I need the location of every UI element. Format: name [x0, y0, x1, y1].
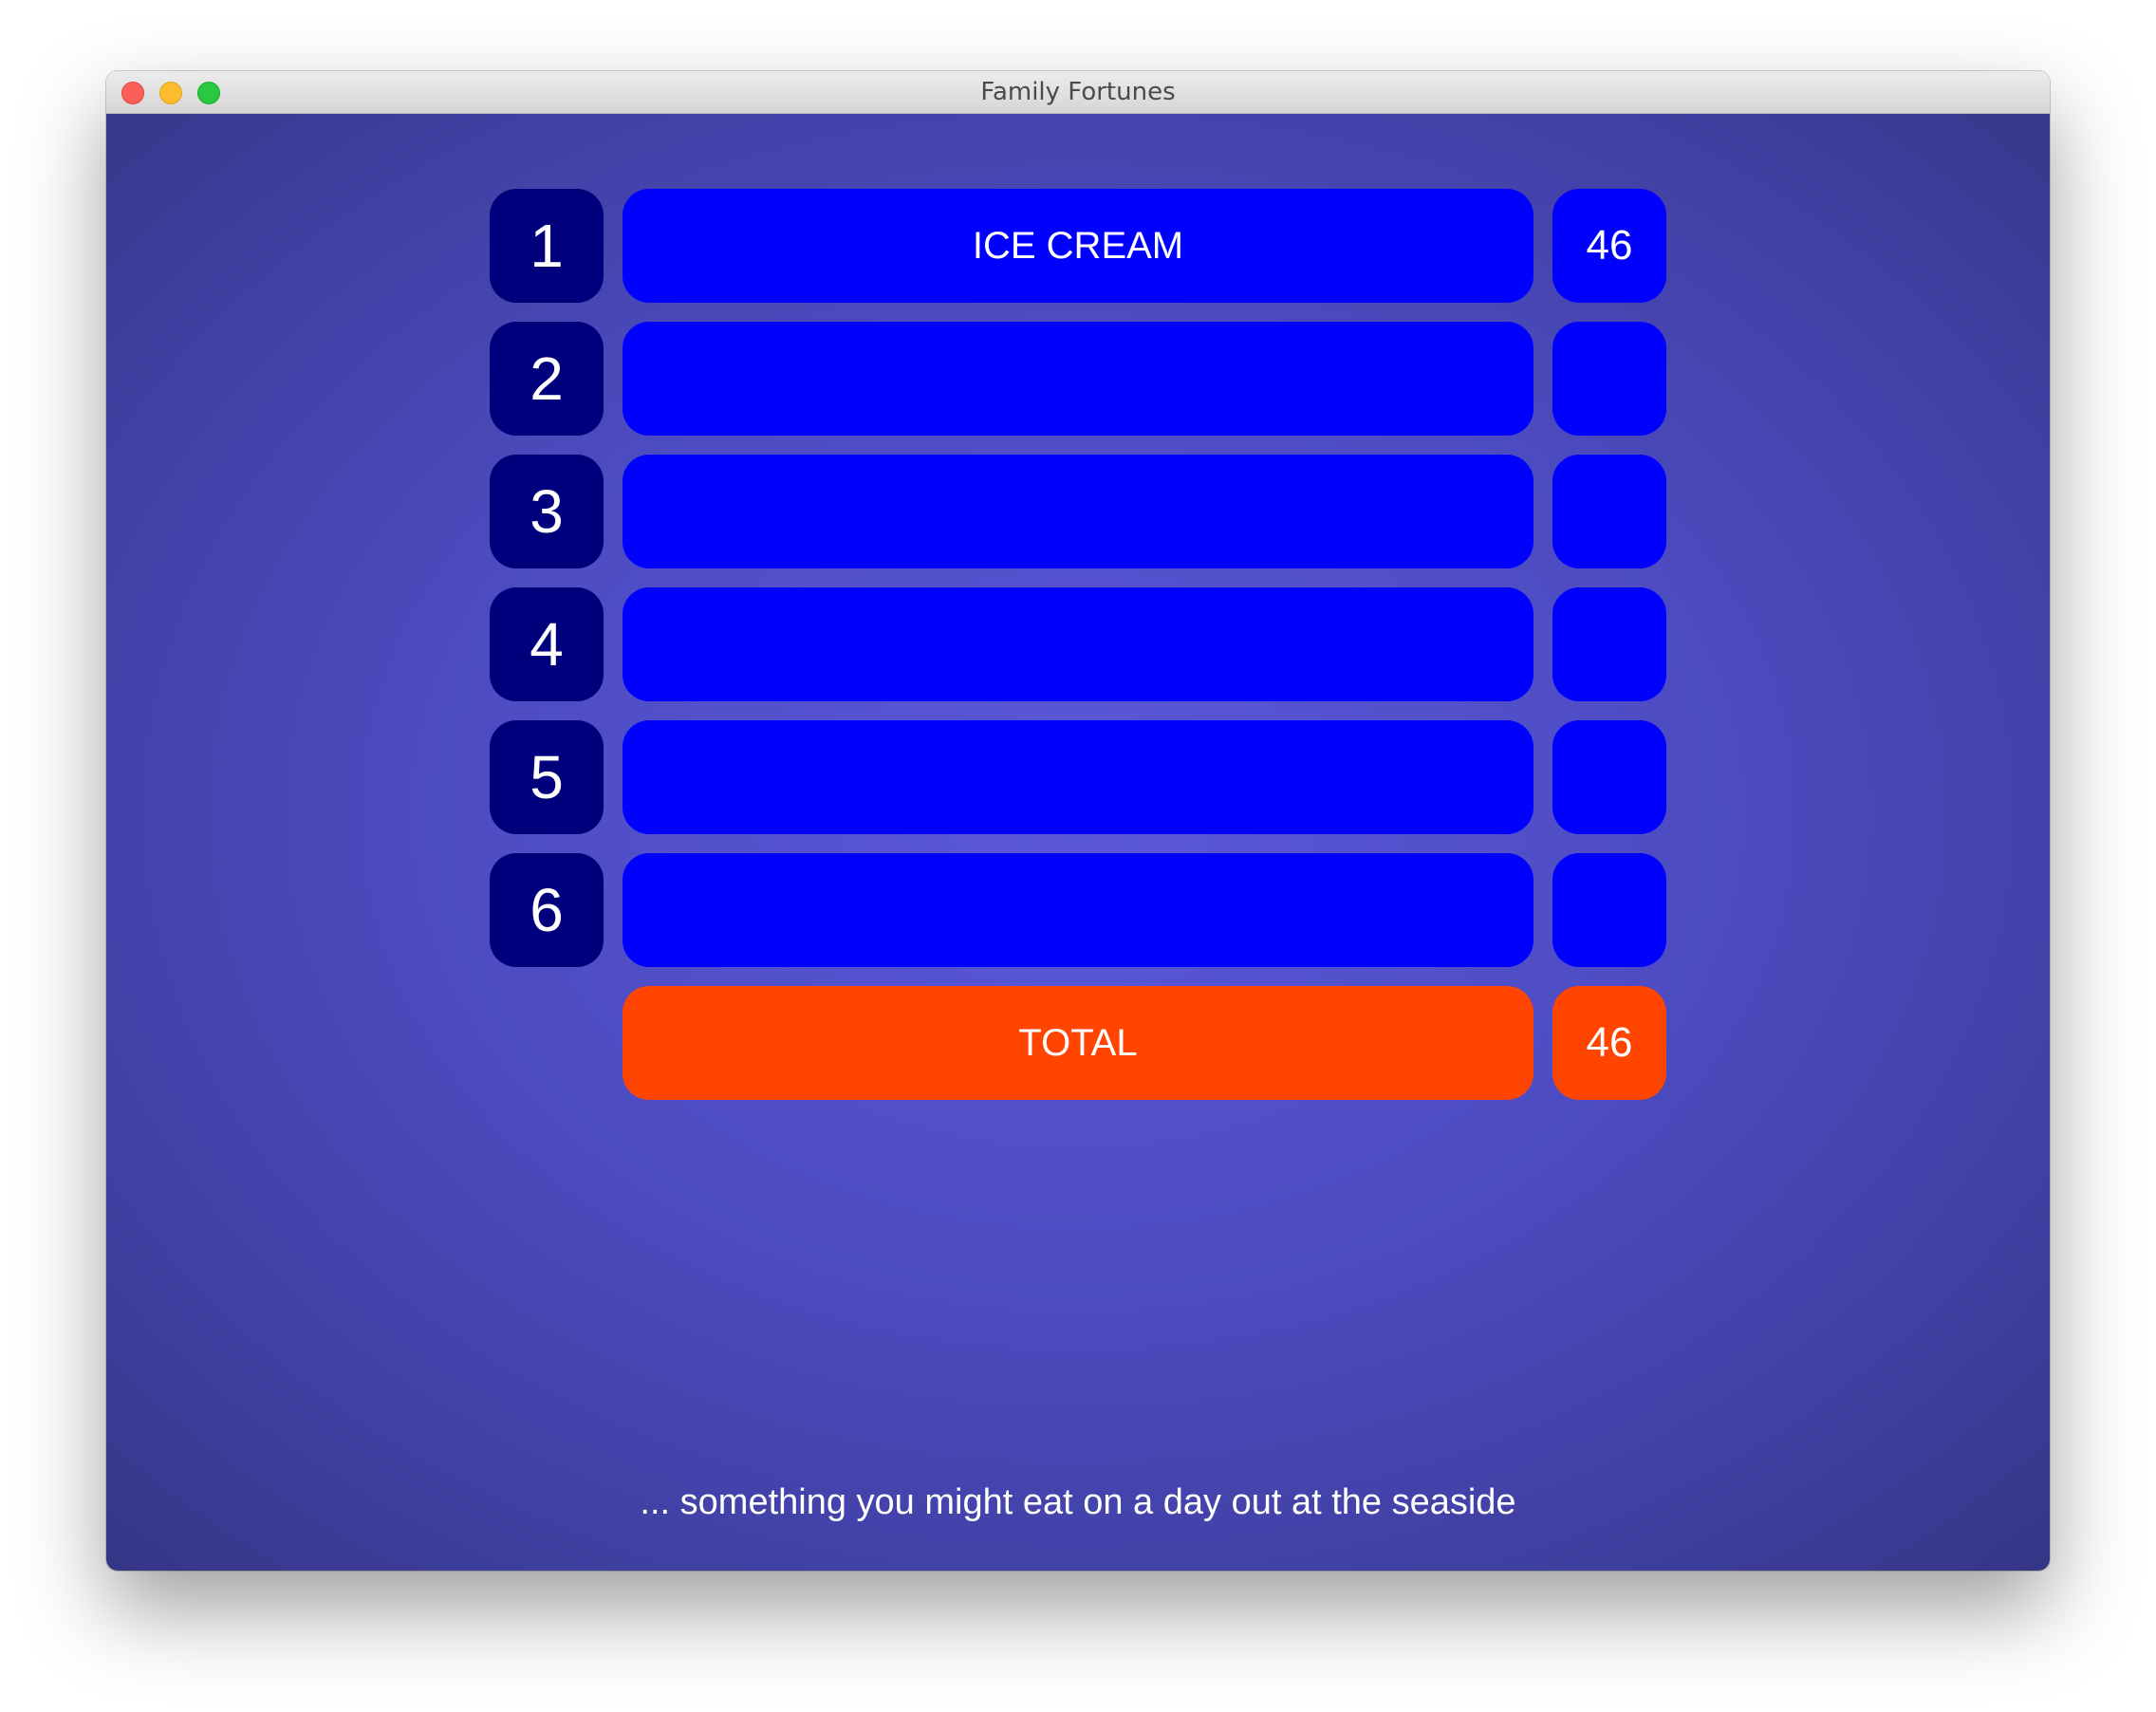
- answer-number-1: 1: [490, 189, 604, 303]
- answer-slot-1[interactable]: ICE CREAM: [623, 189, 1533, 303]
- answer-score-6: [1552, 853, 1666, 967]
- answer-row-3: 3: [490, 455, 1666, 568]
- total-score: 46: [1552, 986, 1666, 1100]
- answer-slot-6[interactable]: [623, 853, 1533, 967]
- answer-score-4: [1552, 587, 1666, 701]
- answer-row-6: 6: [490, 853, 1666, 967]
- total-label: TOTAL: [623, 986, 1533, 1100]
- answer-score-1: 46: [1552, 189, 1666, 303]
- answer-row-2: 2: [490, 322, 1666, 436]
- answer-number-2: 2: [490, 322, 604, 436]
- answer-score-5: [1552, 720, 1666, 834]
- answer-slot-4[interactable]: [623, 587, 1533, 701]
- answer-slot-3[interactable]: [623, 455, 1533, 568]
- title-bar: Family Fortunes: [106, 71, 2050, 114]
- answer-row-5: 5: [490, 720, 1666, 834]
- answer-number-4: 4: [490, 587, 604, 701]
- answer-slot-2[interactable]: [623, 322, 1533, 436]
- answer-score-2: [1552, 322, 1666, 436]
- answer-number-5: 5: [490, 720, 604, 834]
- answer-score-3: [1552, 455, 1666, 568]
- answer-row-1: 1 ICE CREAM 46: [490, 189, 1666, 303]
- answer-number-6: 6: [490, 853, 604, 967]
- answer-number-3: 3: [490, 455, 604, 568]
- answer-board: 1 ICE CREAM 46 2 3 4 5 6 TOTAL 46: [490, 189, 1666, 1119]
- app-window: Family Fortunes 1 ICE CREAM 46 2 3 4 5 6…: [106, 71, 2050, 1571]
- question-clue: ... something you might eat on a day out…: [640, 1482, 1516, 1522]
- total-row: TOTAL 46: [490, 986, 1666, 1100]
- answer-slot-5[interactable]: [623, 720, 1533, 834]
- game-board-area: 1 ICE CREAM 46 2 3 4 5 6 TOTAL 46 ... so…: [106, 114, 2050, 1571]
- answer-row-4: 4: [490, 587, 1666, 701]
- window-title: Family Fortunes: [980, 78, 1176, 106]
